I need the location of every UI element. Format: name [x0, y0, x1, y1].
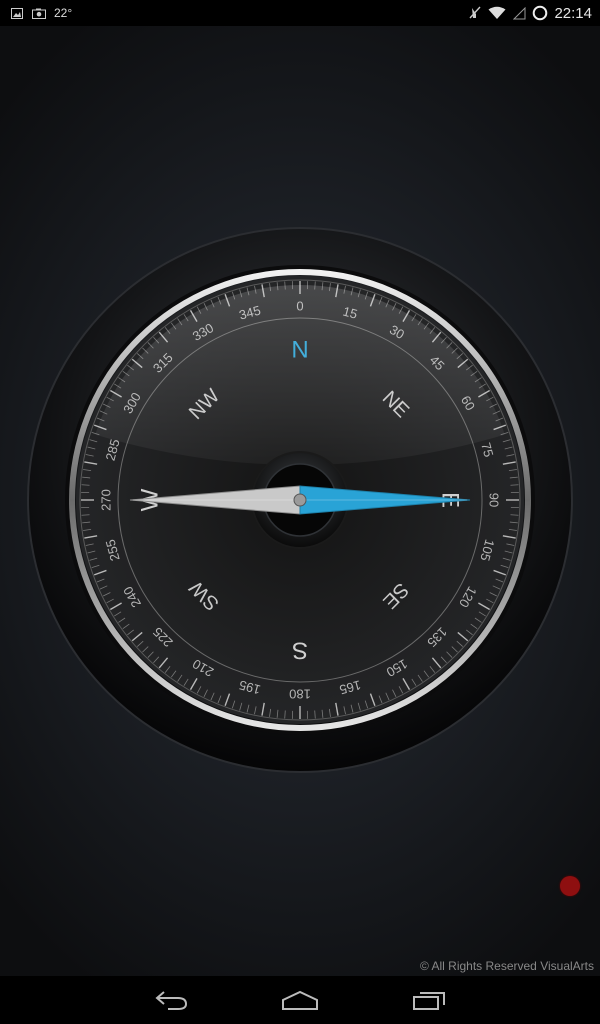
compass-dial: 0153045607590105120135150165180195210225…: [27, 227, 573, 773]
sync-icon: [532, 5, 548, 21]
degree-label-90: 90: [487, 493, 502, 507]
copyright-text: © All Rights Reserved VisualArts: [419, 959, 594, 973]
status-bar: 22° 22:14: [0, 0, 600, 26]
cardinal-south: S: [292, 637, 308, 664]
wifi-icon: [488, 6, 506, 19]
clock: 22:14: [554, 4, 592, 22]
back-icon: [155, 991, 188, 1010]
signal-icon: [512, 6, 526, 19]
degree-label-180: 180: [289, 687, 311, 702]
degree-label-270: 270: [99, 489, 114, 511]
image-icon: [10, 7, 24, 19]
camera-icon: [32, 7, 46, 19]
temperature-text: 22°: [54, 6, 73, 20]
home-button[interactable]: [280, 986, 320, 1014]
needle-pivot: [293, 493, 307, 507]
recents-button[interactable]: [409, 986, 449, 1014]
mute-icon: [468, 6, 482, 19]
record-indicator[interactable]: [560, 876, 580, 896]
navigation-bar: [0, 976, 600, 1024]
home-icon: [282, 990, 318, 1010]
recents-icon: [413, 992, 445, 1010]
back-button[interactable]: [152, 986, 192, 1014]
